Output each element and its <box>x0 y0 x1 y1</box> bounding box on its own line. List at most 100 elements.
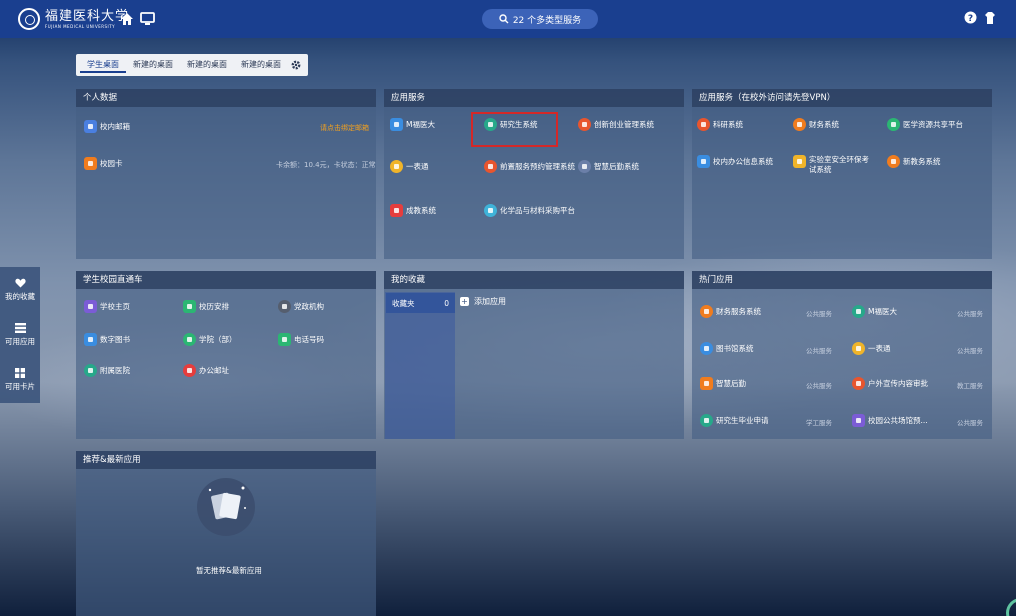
highlight-box <box>471 112 558 147</box>
app-label: 新教务系统 <box>903 157 941 166</box>
school-home-icon <box>84 300 97 313</box>
hot-app-outdoor-approval[interactable]: 户外宣传内容审批 <box>852 377 928 390</box>
panel-title: 应用服务 <box>384 89 684 107</box>
app-office-system[interactable]: 校内办公信息系统 <box>697 155 773 168</box>
panel-title: 热门应用 <box>692 271 992 289</box>
finance-icon <box>793 118 806 131</box>
app-medical-resource-platform[interactable]: 医学资源共享平台 <box>887 118 963 131</box>
adult-education-icon <box>390 204 403 217</box>
hot-app-venue-booking[interactable]: 校园公共场馆预... <box>852 414 928 427</box>
app-label: 前置服务预约管理系统 <box>500 162 575 171</box>
link-digital-library[interactable]: 数字图书 <box>84 333 130 346</box>
favorites-folder-column <box>385 292 455 439</box>
app-finance-system[interactable]: 财务系统 <box>793 118 839 131</box>
appointment-icon <box>484 160 497 173</box>
hot-app-label: 智慧后勤 <box>716 379 746 388</box>
app-label: 一表通 <box>406 162 429 171</box>
hot-app-label: 图书馆系统 <box>716 344 754 353</box>
lab-safety-icon <box>793 155 806 168</box>
mail-icon <box>84 120 97 133</box>
bind-mailbox-link[interactable]: 请点击绑定邮箱 <box>320 123 369 133</box>
svg-text:?: ? <box>968 14 973 24</box>
hospital-icon <box>84 364 97 377</box>
hot-app-finance[interactable]: 财务服务系统 <box>700 305 761 318</box>
hot-app-smart-logistics[interactable]: 智慧后勤 <box>700 377 746 390</box>
side-nav-available-cards[interactable]: 可用卡片 <box>0 357 40 402</box>
desktop-icon[interactable] <box>140 12 155 29</box>
campus-card-item[interactable]: 校园卡 <box>84 157 123 170</box>
app-one-form[interactable]: 一表通 <box>390 160 429 173</box>
tab-new-desktop-2[interactable]: 新建的桌面 <box>180 57 234 73</box>
link-hospitals[interactable]: 附属医院 <box>84 364 130 377</box>
smart-logistics-icon <box>700 377 713 390</box>
app-m-fmu[interactable]: M福医大 <box>390 118 435 131</box>
office-email-icon <box>183 364 196 377</box>
app-adult-education[interactable]: 成教系统 <box>390 204 436 217</box>
link-label: 学校主页 <box>100 302 130 311</box>
app-appointment-system[interactable]: 前置服务预约管理系统 <box>484 160 575 173</box>
app-innovation-system[interactable]: 创新创业管理系统 <box>578 118 654 131</box>
tab-new-desktop-1[interactable]: 新建的桌面 <box>126 57 180 73</box>
phone-icon <box>278 333 291 346</box>
panel-title: 应用服务（在校外访问请先登VPN） <box>692 89 992 107</box>
top-bar: 福建医科大学 FUJIAN MEDICAL UNIVERSITY 22 个多类型… <box>0 0 1016 38</box>
panel-title: 我的收藏 <box>384 271 684 289</box>
hot-app-graduation-apply[interactable]: 研究生毕业申请 <box>700 414 769 427</box>
student-direct-panel: 学生校园直通车 <box>76 271 376 439</box>
hot-app-label: 户外宣传内容审批 <box>868 379 928 388</box>
app-label: 化学品与材料采购平台 <box>500 206 575 215</box>
app-label: 财务系统 <box>809 120 839 129</box>
finance-service-icon <box>700 305 713 318</box>
link-school-home[interactable]: 学校主页 <box>84 300 130 313</box>
help-icon[interactable]: ? <box>964 11 977 27</box>
card-icon <box>84 157 97 170</box>
link-phone-numbers[interactable]: 电话号码 <box>278 333 324 346</box>
gear-icon[interactable] <box>288 57 304 73</box>
research-icon <box>697 118 710 131</box>
side-nav-available-apps[interactable]: 可用应用 <box>0 312 40 357</box>
mailbox-label: 校内邮箱 <box>100 122 130 131</box>
plus-icon: + <box>460 297 469 306</box>
app-label: 医学资源共享平台 <box>903 120 963 129</box>
tab-student-desktop[interactable]: 学生桌面 <box>80 57 126 73</box>
one-form-icon <box>390 160 403 173</box>
app-chemical-procurement[interactable]: 化学品与材料采购平台 <box>484 204 575 217</box>
personal-data-panel: 个人数据 <box>76 89 376 259</box>
mailbox-item[interactable]: 校内邮箱 <box>84 120 130 133</box>
search-icon <box>499 14 509 24</box>
hot-app-library[interactable]: 图书馆系统 <box>700 342 754 355</box>
search-text: 22 个多类型服务 <box>512 15 582 26</box>
hot-app-label: 研究生毕业申请 <box>716 416 769 425</box>
hot-app-category: 公共服务 <box>957 347 983 355</box>
link-colleges[interactable]: 学院（部） <box>183 333 237 346</box>
link-office-email[interactable]: 办公邮址 <box>183 364 229 377</box>
hot-app-category: 公共服务 <box>806 310 832 318</box>
side-nav-favorites[interactable]: 我的收藏 <box>0 267 40 312</box>
app-logistics-system[interactable]: 智慧后勤系统 <box>578 160 639 173</box>
one-form-icon <box>852 342 865 355</box>
list-icon <box>14 322 26 333</box>
link-label: 数字图书 <box>100 335 130 344</box>
link-calendar[interactable]: 校历安排 <box>183 300 229 313</box>
link-label: 党政机构 <box>294 302 324 311</box>
link-party-org[interactable]: 党政机构 <box>278 300 324 313</box>
app-new-academic-system[interactable]: 新教务系统 <box>887 155 941 168</box>
app-research-system[interactable]: 科研系统 <box>697 118 743 131</box>
app-lab-safety-exam[interactable]: 实验室安全环保考试系统 <box>793 155 869 175</box>
hot-app-category: 公共服务 <box>957 310 983 318</box>
favorites-folder[interactable]: 收藏夹 0 <box>386 293 455 313</box>
grid-icon <box>15 367 25 378</box>
party-org-icon <box>278 300 291 313</box>
hot-app-label: 财务服务系统 <box>716 307 761 316</box>
outdoor-approval-icon <box>852 377 865 390</box>
service-search-button[interactable]: 22 个多类型服务 <box>482 9 598 29</box>
side-nav: 我的收藏 可用应用 可用卡片 <box>0 267 40 403</box>
university-logo[interactable]: 福建医科大学 FUJIAN MEDICAL UNIVERSITY <box>18 8 129 30</box>
hot-app-m-fmu[interactable]: M福医大 <box>852 305 897 318</box>
user-icon[interactable] <box>983 11 997 28</box>
add-app-button[interactable]: + 添加应用 <box>460 296 506 307</box>
app-label: 智慧后勤系统 <box>594 162 639 171</box>
hot-app-one-form[interactable]: 一表通 <box>852 342 891 355</box>
home-icon[interactable] <box>120 12 134 29</box>
tab-new-desktop-3[interactable]: 新建的桌面 <box>234 57 288 73</box>
